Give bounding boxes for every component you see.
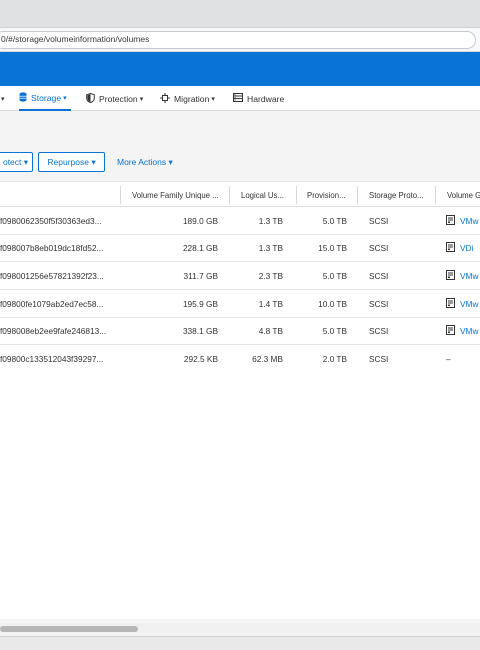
nav-migration-label: Migration xyxy=(174,93,210,104)
column-divider xyxy=(435,186,436,204)
volume-id-cell: f09800c133512043f39297... xyxy=(0,353,104,364)
nav-hardware[interactable]: Hardware xyxy=(233,86,284,111)
browser-toolbar: 0/#/storage/volumeinformation/volumes xyxy=(0,28,480,52)
volume-group-cell[interactable]: VMw xyxy=(446,207,480,234)
volume-group-icon xyxy=(446,325,455,337)
browser-tab-strip xyxy=(0,0,480,28)
table-row[interactable]: f09800fe1079ab2ed7ec58... 195.9 GB 1.4 T… xyxy=(0,290,480,318)
column-divider xyxy=(120,186,121,204)
table-header-row: Volume Family Unique ... Logical Us... P… xyxy=(0,181,480,207)
volume-family-cell: 338.1 GB xyxy=(182,326,218,337)
more-actions-label: More Actions ▾ xyxy=(117,156,173,167)
volume-id-cell: f098007b8eb019dc18fd52... xyxy=(0,243,104,254)
volume-group-link[interactable]: VDi xyxy=(460,243,473,253)
nav-hardware-label: Hardware xyxy=(247,93,285,104)
shield-icon xyxy=(86,92,95,105)
volume-family-cell: 228.1 GB xyxy=(182,243,218,254)
more-actions-button[interactable]: More Actions ▾ xyxy=(117,152,173,172)
protect-button-label: otect ▾ xyxy=(2,156,29,167)
volume-id-cell: f0980062350f5f30363ed3... xyxy=(0,215,102,226)
volume-group-link[interactable]: VMw xyxy=(460,326,478,336)
volume-group-icon xyxy=(446,242,455,254)
table-row[interactable]: f098007b8eb019dc18fd52... 228.1 GB 1.3 T… xyxy=(0,235,480,263)
column-header-logical-used[interactable]: Logical Us... xyxy=(241,182,293,208)
logical-used-cell: 1.3 TB xyxy=(258,215,283,226)
provisioned-cell: 10.0 TB xyxy=(318,298,347,309)
volume-family-cell: 292.5 KB xyxy=(183,353,218,364)
volume-group-cell[interactable]: VDi xyxy=(446,235,480,262)
column-header-provisioned[interactable]: Provision... xyxy=(307,182,355,208)
column-divider xyxy=(357,186,358,204)
horizontal-scrollbar-thumb[interactable] xyxy=(0,626,138,632)
address-bar-url[interactable]: 0/#/storage/volumeinformation/volumes xyxy=(1,34,149,44)
logical-used-cell: 4.8 TB xyxy=(258,326,283,337)
logical-used-cell: 1.3 TB xyxy=(258,243,283,254)
table-row[interactable]: f09800c133512043f39297... 292.5 KB 62.3 … xyxy=(0,345,480,374)
table-empty-area xyxy=(0,371,480,619)
repurpose-button-label: Repurpose ▾ xyxy=(47,156,96,167)
provisioned-cell: 5.0 TB xyxy=(322,215,347,226)
provisioned-cell: 2.0 TB xyxy=(322,353,347,364)
provisioned-cell: 5.0 TB xyxy=(322,270,347,281)
column-divider xyxy=(296,186,297,204)
volume-group-link[interactable]: VMw xyxy=(460,216,478,226)
nav-migration[interactable]: Migration ▾ xyxy=(160,86,215,111)
storage-protocol-cell: SCSI xyxy=(369,326,389,337)
address-bar[interactable]: 0/#/storage/volumeinformation/volumes xyxy=(0,31,476,49)
nav-protection-label: Protection xyxy=(99,93,138,104)
provisioned-cell: 15.0 TB xyxy=(318,243,347,254)
column-header-volume-group[interactable]: Volume G xyxy=(447,182,480,208)
table-row[interactable]: f0980062350f5f30363ed3... 189.0 GB 1.3 T… xyxy=(0,207,480,235)
chevron-down-icon: ▾ xyxy=(211,95,215,103)
volume-family-cell: 189.0 GB xyxy=(182,215,218,226)
volume-group-empty: – xyxy=(446,353,451,364)
provisioned-cell: 5.0 TB xyxy=(322,326,347,337)
database-icon xyxy=(19,91,27,104)
nav-previous-caret[interactable]: ▾ xyxy=(0,86,5,111)
chevron-down-icon: ▾ xyxy=(139,95,144,103)
logical-used-cell: 62.3 MB xyxy=(252,353,283,364)
storage-protocol-cell: SCSI xyxy=(369,270,389,281)
logical-used-cell: 2.3 TB xyxy=(258,270,283,281)
volume-group-link[interactable]: VMw xyxy=(460,299,478,309)
volume-group-cell[interactable]: VMw xyxy=(446,262,480,289)
volume-group-icon xyxy=(446,269,455,282)
main-nav: ▾ Storage ▾ Protection ▾ Migration ▾ Har… xyxy=(0,86,480,111)
nav-storage[interactable]: Storage ▾ xyxy=(19,86,71,111)
volume-group-icon xyxy=(446,297,455,310)
logical-used-cell: 1.4 TB xyxy=(258,298,283,309)
volume-id-cell: f098008eb2ee9fafe246813... xyxy=(0,326,107,337)
storage-protocol-cell: SCSI xyxy=(369,243,389,254)
volume-group-icon xyxy=(446,214,455,227)
volume-group-link[interactable]: VMw xyxy=(460,271,478,281)
hardware-icon xyxy=(233,93,243,104)
app-header-bar xyxy=(0,52,480,86)
repurpose-button[interactable]: Repurpose ▾ xyxy=(38,152,105,172)
volume-group-cell[interactable]: VMw xyxy=(446,290,480,317)
protect-button[interactable]: otect ▾ xyxy=(0,152,33,172)
chevron-down-icon: ▾ xyxy=(1,95,5,103)
volume-family-cell: 311.7 GB xyxy=(183,270,218,281)
volumes-table: Volume Family Unique ... Logical Us... P… xyxy=(0,181,480,374)
bottom-bar xyxy=(0,636,480,650)
table-row[interactable]: f098001256e57821392f23... 311.7 GB 2.3 T… xyxy=(0,262,480,291)
nav-storage-label: Storage xyxy=(31,92,62,103)
volume-family-cell: 195.9 GB xyxy=(182,298,218,309)
storage-protocol-cell: SCSI xyxy=(369,353,389,364)
volume-id-cell: f09800fe1079ab2ed7ec58... xyxy=(0,298,104,309)
nav-protection[interactable]: Protection ▾ xyxy=(86,86,143,111)
chevron-down-icon: ▾ xyxy=(63,94,67,102)
column-divider xyxy=(229,186,230,204)
column-header-volume-family[interactable]: Volume Family Unique ... xyxy=(132,182,226,208)
storage-protocol-cell: SCSI xyxy=(369,215,389,226)
volume-group-cell: – xyxy=(446,345,480,372)
table-row[interactable]: f098008eb2ee9fafe246813... 338.1 GB 4.8 … xyxy=(0,318,480,346)
storage-protocol-cell: SCSI xyxy=(369,298,389,309)
column-header-storage-protocol[interactable]: Storage Proto... xyxy=(369,182,433,208)
volume-id-cell: f098001256e57821392f23... xyxy=(0,270,104,281)
migration-icon xyxy=(160,92,170,105)
volume-group-cell[interactable]: VMw xyxy=(446,318,480,345)
